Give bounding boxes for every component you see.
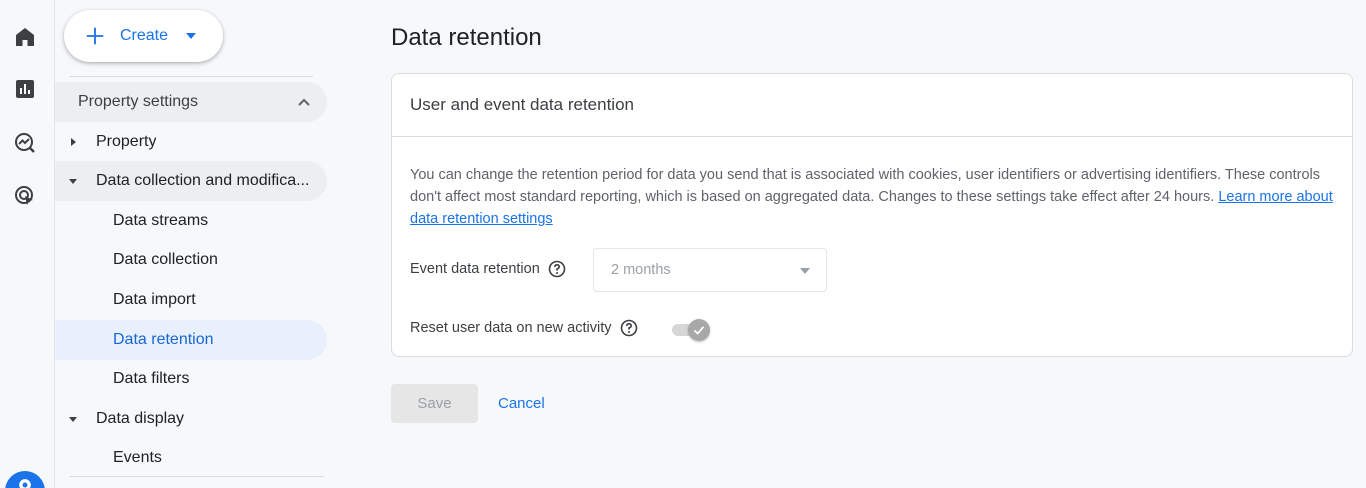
card-description: You can change the retention period for … bbox=[410, 164, 1340, 230]
section-header-label: Property settings bbox=[78, 93, 199, 110]
settings-nav: Create Property settings Property Data c… bbox=[55, 0, 355, 488]
main-content: Data retention User and event data reten… bbox=[391, 0, 1353, 488]
nav-item-label: Data display bbox=[96, 410, 185, 427]
icon-rail bbox=[0, 0, 55, 488]
home-icon[interactable] bbox=[9, 21, 41, 53]
page-title: Data retention bbox=[391, 24, 542, 51]
reset-user-data-row: Reset user data on new activity bbox=[410, 319, 638, 337]
nav-divider bbox=[69, 476, 324, 477]
help-icon[interactable] bbox=[548, 260, 566, 278]
event-retention-label: Event data retention bbox=[410, 261, 540, 277]
property-settings-header[interactable]: Property settings bbox=[55, 82, 327, 122]
create-button[interactable]: Create bbox=[64, 10, 223, 62]
nav-item-label: Data collection bbox=[113, 251, 218, 268]
nav-item-data-import[interactable]: Data import bbox=[55, 280, 327, 320]
plus-icon bbox=[86, 27, 104, 45]
cancel-button[interactable]: Cancel bbox=[498, 384, 545, 423]
caret-down-icon bbox=[186, 33, 197, 39]
reset-user-data-label: Reset user data on new activity bbox=[410, 320, 612, 336]
nav-item-data-collection[interactable]: Data collection bbox=[55, 240, 327, 280]
nav-item-label: Data retention bbox=[113, 331, 214, 348]
dropdown-arrow-icon bbox=[800, 268, 810, 274]
description-text: You can change the retention period for … bbox=[410, 167, 1321, 205]
admin-gear-icon[interactable] bbox=[5, 471, 45, 488]
triangle-down-icon bbox=[69, 417, 77, 422]
save-button[interactable]: Save bbox=[391, 384, 478, 423]
help-icon[interactable] bbox=[620, 319, 638, 337]
advertising-icon[interactable] bbox=[9, 180, 41, 212]
nav-item-label: Data filters bbox=[113, 370, 190, 387]
nav-item-data-streams[interactable]: Data streams bbox=[55, 201, 327, 241]
create-button-label: Create bbox=[120, 27, 169, 44]
triangle-right-icon bbox=[71, 138, 76, 146]
nav-item-label: Data collection and modifica... bbox=[96, 172, 310, 189]
nav-item-data-retention[interactable]: Data retention bbox=[55, 320, 327, 360]
nav-group-data-display[interactable]: Data display bbox=[55, 399, 327, 439]
nav-item-label: Data streams bbox=[113, 212, 209, 229]
nav-divider bbox=[69, 76, 313, 77]
nav-item-events[interactable]: Events bbox=[55, 438, 327, 478]
nav-group-data-collection-and-modification[interactable]: Data collection and modifica... bbox=[55, 161, 327, 201]
card-title: User and event data retention bbox=[392, 74, 1352, 137]
toggle-knob bbox=[688, 319, 710, 341]
nav-item-label: Data import bbox=[113, 291, 196, 308]
event-retention-row: Event data retention bbox=[410, 260, 566, 278]
triangle-down-icon bbox=[69, 179, 77, 184]
app-root: Create Property settings Property Data c… bbox=[0, 0, 1366, 488]
check-icon bbox=[693, 326, 705, 335]
retention-card: User and event data retention You can ch… bbox=[391, 73, 1353, 357]
reset-user-data-toggle[interactable] bbox=[672, 319, 712, 341]
nav-group-property[interactable]: Property bbox=[55, 122, 327, 162]
reports-icon[interactable] bbox=[9, 73, 41, 105]
event-retention-select[interactable]: 2 months bbox=[593, 248, 827, 292]
event-retention-value: 2 months bbox=[611, 262, 671, 278]
nav-item-label: Property bbox=[96, 133, 157, 150]
nav-item-data-filters[interactable]: Data filters bbox=[55, 359, 327, 399]
chevron-up-icon[interactable] bbox=[297, 95, 311, 109]
nav-item-label: Events bbox=[113, 449, 162, 466]
explore-icon[interactable] bbox=[9, 127, 41, 159]
